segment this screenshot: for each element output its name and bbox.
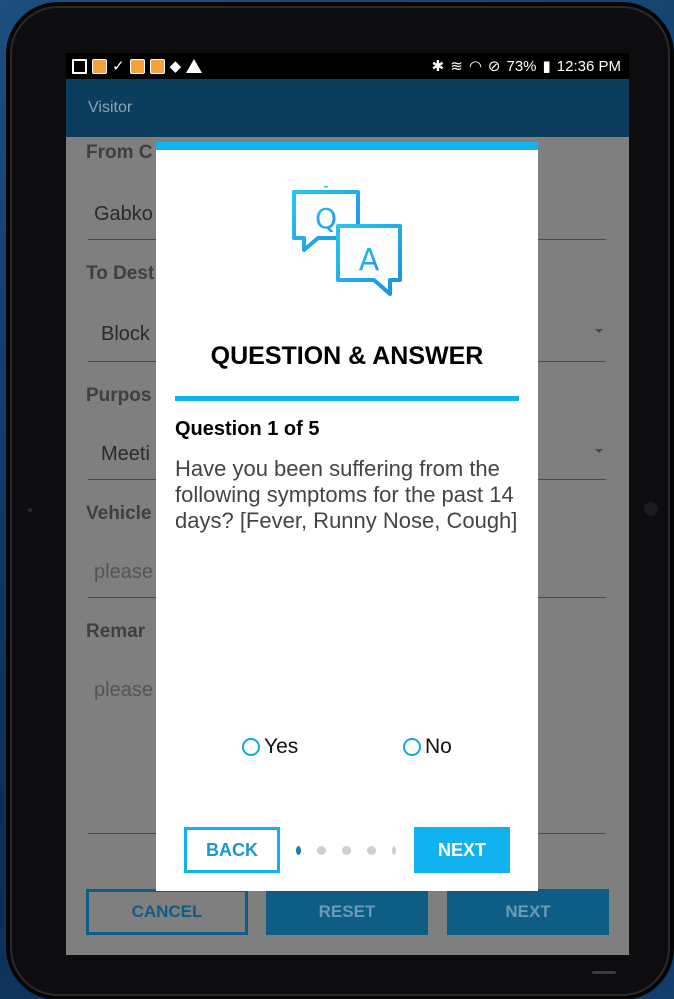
radio-circle-icon[interactable]: [403, 738, 421, 756]
remarks-input[interactable]: please: [94, 679, 153, 702]
wifi-icon: ◠: [468, 58, 482, 75]
signal-icon: ≋: [450, 58, 463, 75]
page-dot-active: [296, 846, 301, 855]
home-indicator: [592, 971, 616, 974]
from-label: From C: [86, 142, 153, 163]
radio-yes[interactable]: Yes: [242, 735, 298, 759]
app-icon: [92, 58, 107, 74]
battery-icon: ▮: [542, 58, 551, 75]
clock: 12:36 PM: [556, 57, 621, 75]
page-dot: [317, 846, 326, 855]
sensor-dot: [28, 508, 32, 512]
svg-text:A: A: [359, 243, 380, 278]
app-icon: [149, 58, 165, 74]
dialog-title: QUESTION & ANSWER: [210, 342, 484, 370]
question-counter: Question 1 of 5: [175, 418, 320, 440]
reset-button[interactable]: RESET: [266, 889, 428, 935]
back-button[interactable]: BACK: [184, 827, 280, 873]
vehicle-label: Vehicle: [86, 503, 152, 524]
nav-icon: ◆: [169, 57, 182, 75]
page-dot: [392, 846, 396, 855]
dialog-next-button[interactable]: NEXT: [414, 827, 510, 873]
title-divider: [175, 396, 519, 401]
svg-text:Q: Q: [315, 202, 337, 235]
dnd-icon: ⊘: [487, 58, 501, 75]
next-button[interactable]: NEXT: [447, 889, 609, 935]
app-bar: Visitor: [66, 79, 629, 137]
status-icons-right: ✱ ≋ ◠ ⊘ 73% ▮ 12:36 PM: [431, 57, 621, 76]
status-icons-left: ✓ ◆: [72, 57, 203, 75]
purpose-select[interactable]: Meeti: [101, 443, 150, 466]
screen: ✓ ◆ ✱ ≋ ◠ ⊘ 73% ▮ 12:36 PM Visitor From …: [66, 53, 629, 955]
question-text: Have you been suffering from the followi…: [175, 456, 518, 533]
to-destination-label: To Dest: [86, 263, 155, 284]
radio-no[interactable]: No: [403, 735, 452, 759]
image-icon: [72, 58, 87, 74]
page-indicator: [296, 846, 396, 855]
vehicle-input[interactable]: please: [94, 561, 153, 584]
check-icon: ✓: [112, 57, 125, 75]
app-bar-title: Visitor: [88, 99, 133, 116]
remarks-label: Remar: [86, 621, 146, 642]
question-dialog: Q A QUESTION & ANSWER Question 1 of 5 Ha…: [156, 142, 538, 891]
chevron-down-icon[interactable]: [595, 449, 603, 453]
purpose-label: Purpos: [86, 385, 152, 406]
bluetooth-icon: ✱: [431, 58, 445, 75]
radio-circle-icon[interactable]: [242, 738, 260, 756]
warning-icon: [186, 59, 203, 73]
camera-lens: [644, 502, 658, 516]
app-icon: [129, 58, 145, 74]
page-dot: [342, 846, 351, 855]
qa-icon: Q A: [292, 186, 402, 296]
radio-no-label[interactable]: No: [425, 735, 452, 759]
radio-yes-label[interactable]: Yes: [264, 735, 298, 759]
battery-percent: 73%: [506, 57, 537, 75]
from-value[interactable]: Gabko: [94, 203, 153, 226]
to-destination-select[interactable]: Block: [101, 323, 150, 346]
chevron-down-icon[interactable]: [595, 329, 603, 333]
cancel-button[interactable]: CANCEL: [86, 889, 248, 935]
page-dot: [367, 846, 376, 855]
status-bar: ✓ ◆ ✱ ≋ ◠ ⊘ 73% ▮ 12:36 PM: [66, 53, 629, 79]
